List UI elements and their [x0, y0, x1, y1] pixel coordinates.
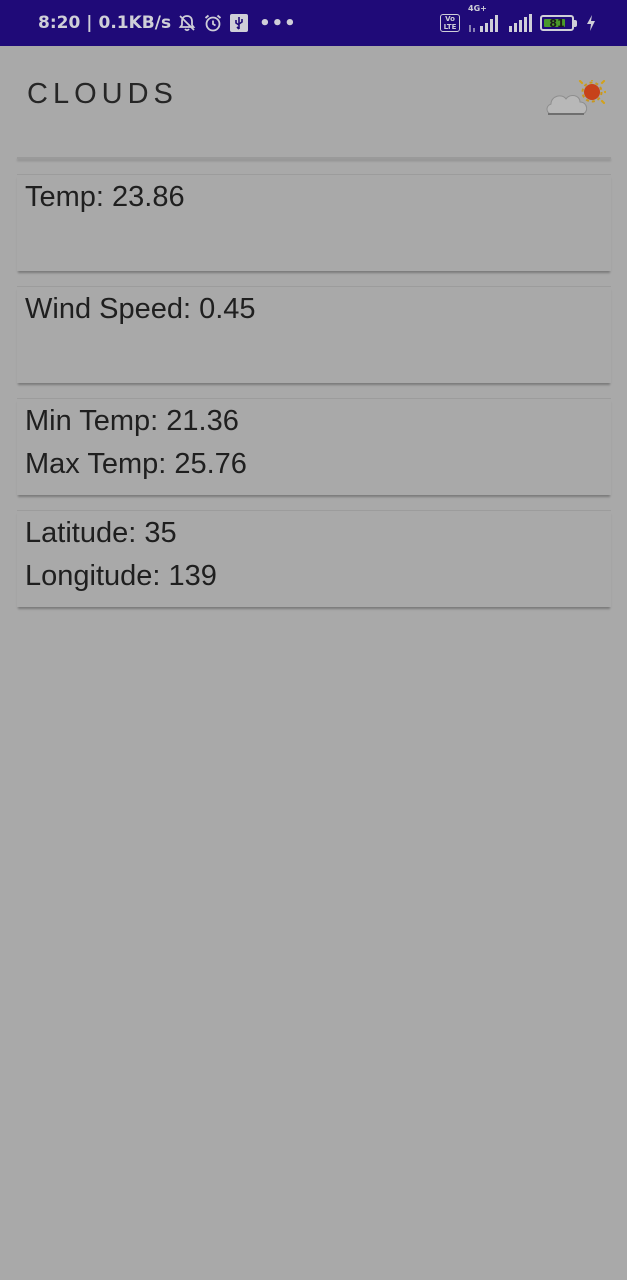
notifications-off-icon: [177, 13, 197, 33]
cloud-sun-icon: [544, 75, 608, 125]
signal-4g-icon: 4G+: [468, 4, 500, 32]
battery-tip: [574, 19, 577, 27]
more-notifications-icon: •••: [259, 12, 297, 34]
battery-percent: 81: [549, 16, 565, 30]
min-temp-value: Min Temp: 21.36: [25, 405, 239, 437]
max-temp-value: Max Temp: 25.76: [25, 448, 247, 480]
status-separator: |: [86, 13, 93, 33]
status-bar: 8:20 | 0.1KB/s ••• Vo LTE 4G+ 81: [0, 0, 627, 46]
alarm-icon: [203, 13, 223, 33]
status-time: 8:20: [38, 13, 81, 33]
app-bar: CLOUDS: [0, 46, 627, 146]
header-divider: [17, 157, 611, 159]
longitude-value: Longitude: 139: [25, 560, 217, 592]
network-type-label: 4G+: [468, 4, 487, 13]
usb-icon: [229, 13, 249, 33]
wind-card: Wind Speed: 0.45: [17, 286, 611, 383]
status-bar-right: Vo LTE 4G+ 81: [440, 0, 597, 46]
status-bar-left: 8:20 | 0.1KB/s •••: [38, 0, 297, 46]
min-max-temp-card: Min Temp: 21.36 Max Temp: 25.76: [17, 398, 611, 495]
volte-icon: Vo LTE: [440, 14, 460, 32]
page-title: CLOUDS: [27, 78, 178, 110]
signal-icon: [508, 14, 532, 32]
battery-icon: 81: [540, 15, 574, 31]
temp-value: Temp: 23.86: [25, 181, 185, 213]
wind-speed-value: Wind Speed: 0.45: [25, 293, 256, 325]
temp-card: Temp: 23.86: [17, 174, 611, 271]
charging-icon: [585, 14, 597, 32]
latitude-value: Latitude: 35: [25, 517, 177, 549]
network-speed: 0.1KB/s: [98, 13, 172, 33]
coordinates-card: Latitude: 35 Longitude: 139: [17, 510, 611, 607]
